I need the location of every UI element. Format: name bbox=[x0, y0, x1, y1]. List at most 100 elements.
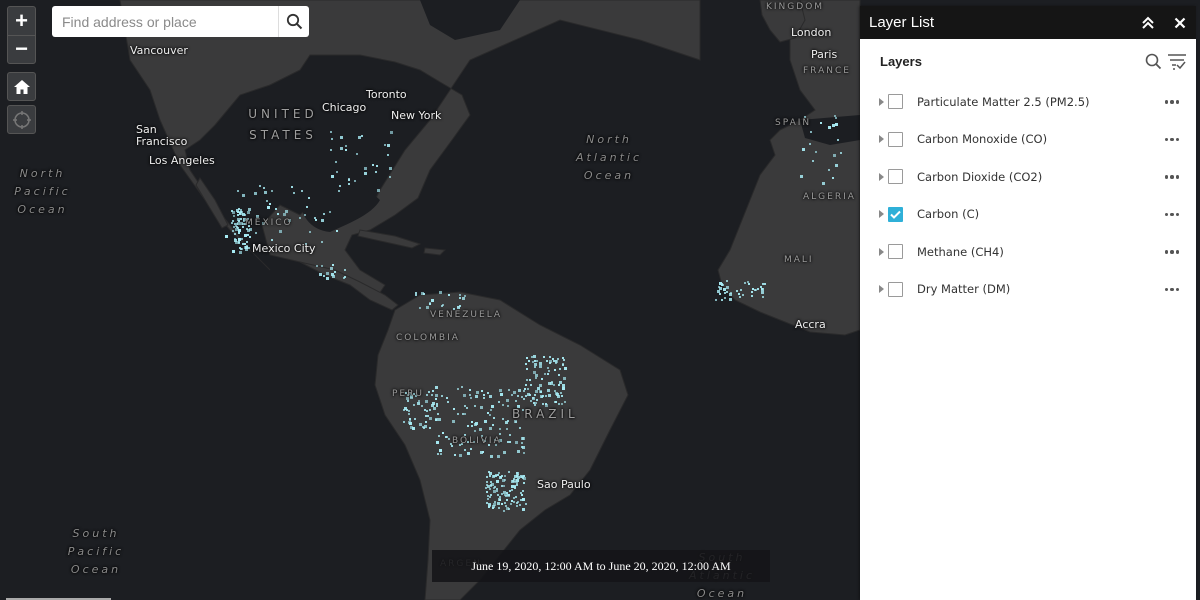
hotspot-point bbox=[487, 497, 490, 500]
city-label-accra: Accra bbox=[795, 318, 826, 331]
layer-checkbox[interactable] bbox=[888, 94, 903, 110]
city-label-new-york: New York bbox=[391, 109, 442, 122]
expand-caret[interactable] bbox=[877, 209, 887, 219]
hotspot-point bbox=[431, 402, 435, 406]
layer-checkbox[interactable] bbox=[888, 206, 903, 222]
hotspot-point bbox=[429, 408, 432, 411]
expand-caret[interactable] bbox=[877, 172, 887, 182]
hotspot-point bbox=[241, 222, 244, 225]
hotspot-point bbox=[512, 391, 516, 395]
search-layers-button[interactable] bbox=[1142, 50, 1164, 72]
layer-options-button[interactable] bbox=[1162, 250, 1182, 254]
hotspot-point bbox=[522, 482, 525, 485]
zoom-out-button[interactable]: − bbox=[8, 35, 35, 63]
hotspot-point bbox=[473, 405, 476, 408]
hotspot-point bbox=[496, 454, 500, 458]
layer-item-co2[interactable]: Carbon Dioxide (CO2) bbox=[860, 158, 1196, 196]
hotspot-point bbox=[524, 503, 527, 506]
locate-button[interactable] bbox=[7, 105, 36, 134]
expand-caret[interactable] bbox=[877, 247, 887, 257]
hotspot-point bbox=[417, 400, 420, 403]
layer-options-button[interactable] bbox=[1162, 287, 1182, 291]
layer-checkbox[interactable] bbox=[888, 169, 903, 185]
hotspot-point bbox=[557, 358, 560, 361]
hotspot-point bbox=[430, 298, 434, 302]
country-label-united-kingdom: KINGDOM bbox=[766, 2, 825, 12]
hotspot-point bbox=[526, 356, 529, 359]
hotspot-point bbox=[557, 395, 561, 399]
layer-options-button[interactable] bbox=[1162, 175, 1182, 179]
checkmark-icon bbox=[890, 210, 901, 219]
layer-item-methane[interactable]: Methane (CH4) bbox=[860, 233, 1196, 271]
layer-checkbox[interactable] bbox=[888, 281, 903, 297]
hotspot-point bbox=[276, 212, 279, 215]
layer-checkbox[interactable] bbox=[888, 244, 903, 260]
hotspot-point bbox=[374, 171, 377, 174]
hotspot-point bbox=[508, 489, 511, 492]
home-button[interactable] bbox=[7, 72, 36, 101]
layer-item-carbon[interactable]: Carbon (C) bbox=[860, 196, 1196, 234]
search-icon bbox=[1145, 53, 1161, 69]
hotspot-point bbox=[514, 441, 518, 445]
hotspot-point bbox=[524, 395, 527, 398]
hotspot-point bbox=[338, 184, 341, 187]
hotspot-point bbox=[762, 282, 765, 285]
dot bbox=[1170, 250, 1174, 254]
hotspot-point bbox=[485, 476, 488, 479]
hotspot-point bbox=[480, 406, 484, 410]
collapse-panel-button[interactable] bbox=[1132, 6, 1164, 39]
hotspot-point bbox=[383, 143, 386, 146]
hotspot-point bbox=[750, 294, 753, 297]
layer-options-button[interactable] bbox=[1162, 137, 1182, 141]
hotspot-point bbox=[323, 212, 326, 215]
hotspot-point bbox=[238, 241, 241, 244]
hotspot-point bbox=[428, 301, 431, 304]
hotspot-point bbox=[432, 407, 436, 411]
hotspot-point bbox=[496, 501, 500, 505]
layer-item-pm25[interactable]: Particulate Matter 2.5 (PM2.5) bbox=[860, 83, 1196, 121]
expand-caret[interactable] bbox=[877, 134, 887, 144]
layer-options-button[interactable] bbox=[1162, 100, 1182, 104]
layer-item-dry-matter[interactable]: Dry Matter (DM) bbox=[860, 271, 1196, 309]
country-label-colombia: COLOMBIA bbox=[396, 333, 460, 343]
hotspot-point bbox=[738, 293, 741, 296]
filter-layers-button[interactable] bbox=[1166, 50, 1188, 72]
search-input[interactable] bbox=[52, 6, 278, 37]
hotspot-point bbox=[320, 264, 323, 267]
expand-caret[interactable] bbox=[877, 97, 887, 107]
hotspot-point bbox=[279, 230, 283, 234]
hotspot-point bbox=[736, 289, 739, 292]
hotspot-point bbox=[525, 363, 528, 366]
layer-item-co[interactable]: Carbon Monoxide (CO) bbox=[860, 121, 1196, 159]
hotspot-point bbox=[516, 479, 520, 483]
hotspot-point bbox=[466, 451, 470, 455]
hotspot-point bbox=[527, 360, 530, 363]
zoom-in-button[interactable]: + bbox=[8, 7, 35, 35]
layer-options-button[interactable] bbox=[1162, 212, 1182, 216]
hotspot-point bbox=[534, 393, 537, 396]
hotspot-point bbox=[325, 271, 329, 275]
hotspot-point bbox=[560, 395, 563, 398]
hotspot-point bbox=[474, 422, 478, 426]
close-panel-button[interactable] bbox=[1164, 6, 1196, 39]
hotspot-point bbox=[331, 263, 334, 266]
hotspot-point bbox=[425, 400, 429, 404]
hotspot-point bbox=[717, 290, 721, 294]
caret-right-icon bbox=[879, 135, 884, 144]
dot bbox=[1170, 137, 1174, 141]
baja-peninsula bbox=[195, 177, 229, 229]
hotspot-point bbox=[320, 219, 324, 223]
hotspot-point bbox=[505, 398, 509, 402]
hotspot-point bbox=[415, 294, 418, 297]
hotspot-point bbox=[435, 397, 438, 400]
hotspot-point bbox=[235, 225, 238, 228]
layers-section-title: Layers bbox=[880, 53, 922, 69]
country-label-spain: SPAIN bbox=[775, 118, 812, 128]
hotspot-point bbox=[812, 160, 815, 163]
hotspot-point bbox=[469, 388, 472, 391]
hotspot-point bbox=[231, 220, 234, 223]
expand-caret[interactable] bbox=[877, 284, 887, 294]
layer-checkbox[interactable] bbox=[888, 131, 903, 147]
hotspot-point bbox=[462, 297, 466, 301]
search-button[interactable] bbox=[278, 6, 309, 37]
